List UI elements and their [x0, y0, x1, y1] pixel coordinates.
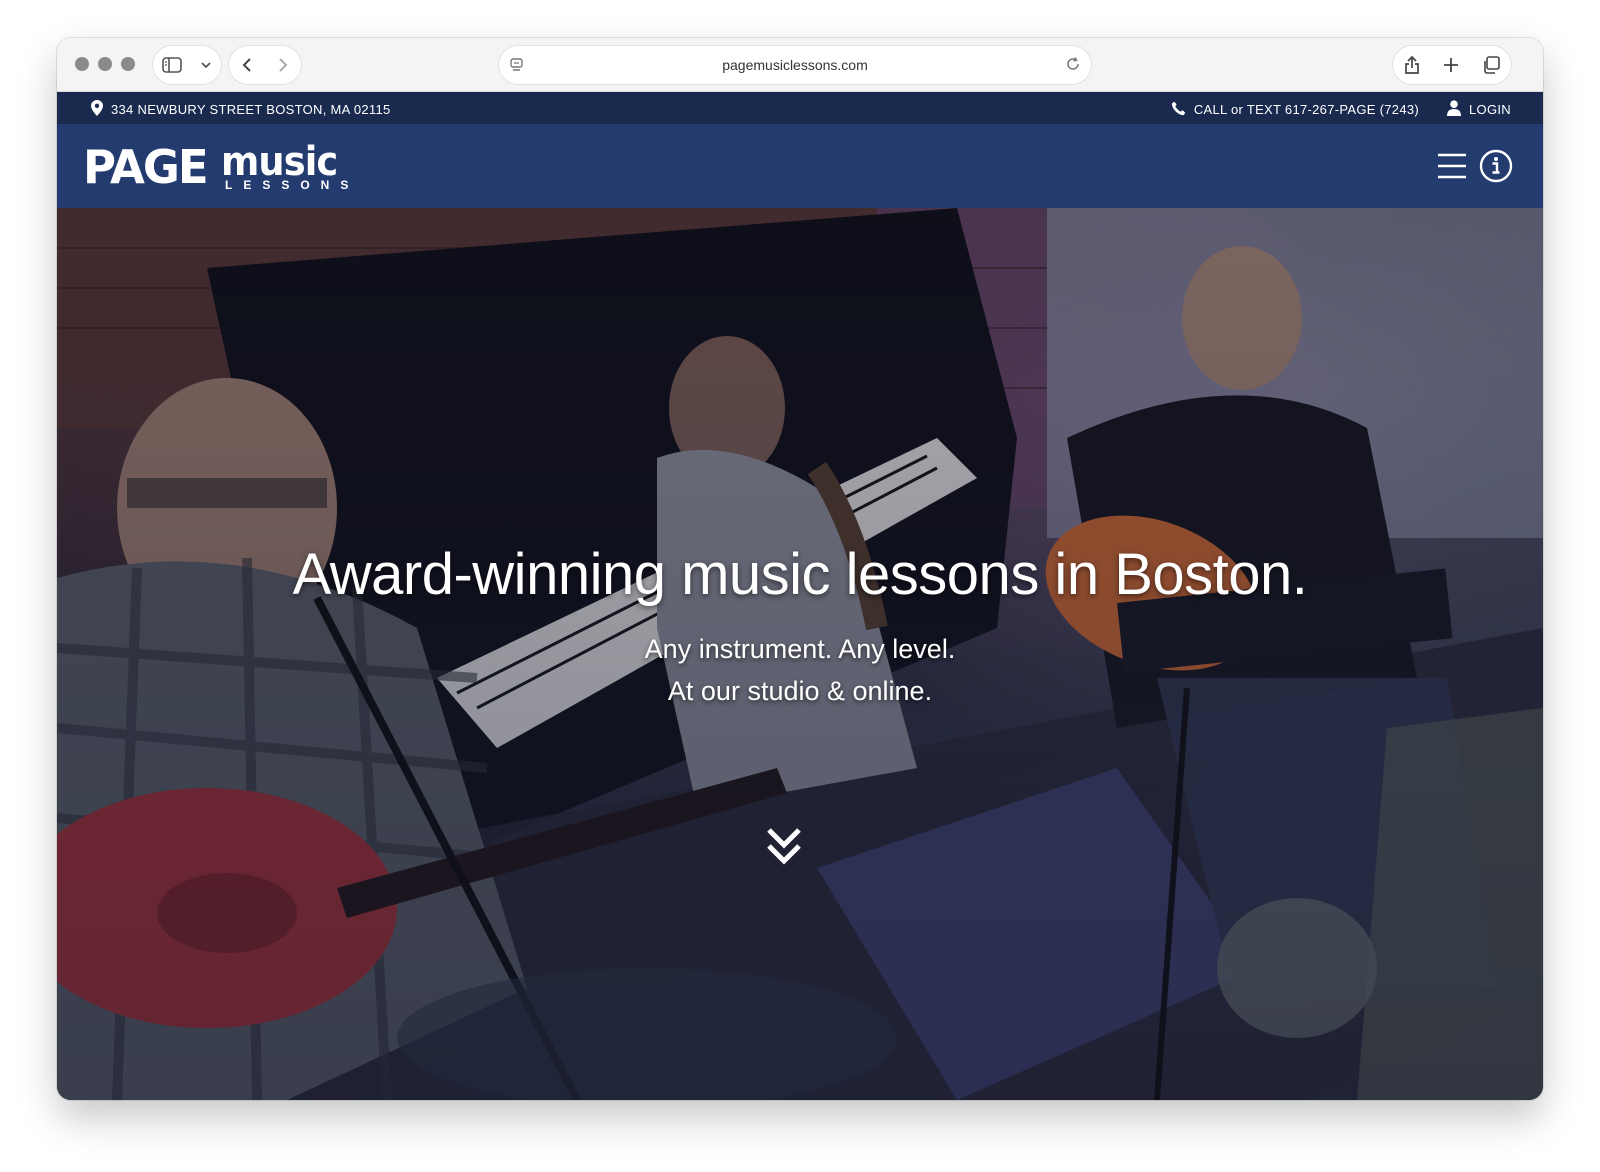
browser-toolbar: pagemusiclessons.com — [57, 38, 1543, 92]
window-actions-group — [1393, 46, 1511, 84]
close-window-button[interactable] — [75, 57, 89, 71]
address-bar[interactable]: pagemusiclessons.com — [499, 46, 1091, 84]
contact-login: CALL or TEXT 617-267-PAGE (7243) LOGIN — [1171, 100, 1511, 119]
forward-icon[interactable] — [277, 57, 289, 73]
nav-actions — [1437, 149, 1513, 188]
address-info[interactable]: 334 NEWBURY STREET BOSTON, MA 02115 — [91, 100, 391, 119]
double-chevron-down-icon — [765, 828, 803, 872]
new-tab-icon[interactable] — [1443, 57, 1459, 73]
url-text: pagemusiclessons.com — [722, 57, 868, 73]
chevron-down-icon[interactable] — [200, 61, 212, 69]
tabs-overview-icon[interactable] — [1482, 56, 1500, 74]
zoom-window-button[interactable] — [121, 57, 135, 71]
browser-window: pagemusiclessons.com 334 NEWBURY STREET … — [57, 38, 1543, 1100]
phone-icon — [1171, 101, 1186, 119]
main-navbar: PAGE music LESSONS — [57, 124, 1543, 208]
info-icon[interactable] — [1479, 149, 1513, 188]
hero-section: Award-winning music lessons in Boston. A… — [57, 208, 1543, 1100]
user-icon[interactable] — [1447, 100, 1462, 119]
login-link[interactable]: LOGIN — [1469, 102, 1511, 117]
scroll-down-button[interactable] — [765, 826, 803, 873]
minimize-window-button[interactable] — [98, 57, 112, 71]
hero-subline-studio: At our studio & online. — [667, 676, 933, 706]
location-pin-icon — [91, 100, 103, 119]
back-icon[interactable] — [241, 57, 253, 73]
top-info-bar: 334 NEWBURY STREET BOSTON, MA 02115 CALL… — [57, 92, 1543, 124]
logo-music-text: music — [221, 139, 338, 185]
studio-address: 334 NEWBURY STREET BOSTON, MA 02115 — [111, 102, 391, 117]
sidebar-toggle-group — [153, 46, 221, 84]
hero-headline: Award-winning music lessons in Boston. — [292, 542, 1308, 607]
phone-link[interactable]: CALL or TEXT 617-267-PAGE (7243) — [1194, 102, 1419, 117]
reload-icon[interactable] — [1065, 56, 1081, 77]
share-icon[interactable] — [1404, 55, 1420, 75]
logo-page-text: PAGE — [83, 140, 209, 194]
hero-subline-instrument: Any instrument. Any level. — [644, 634, 956, 664]
logo-lessons-text: LESSONS — [225, 178, 360, 192]
sidebar-icon[interactable] — [162, 57, 182, 73]
hamburger-menu-icon[interactable] — [1437, 153, 1467, 184]
history-nav-group — [229, 46, 301, 84]
